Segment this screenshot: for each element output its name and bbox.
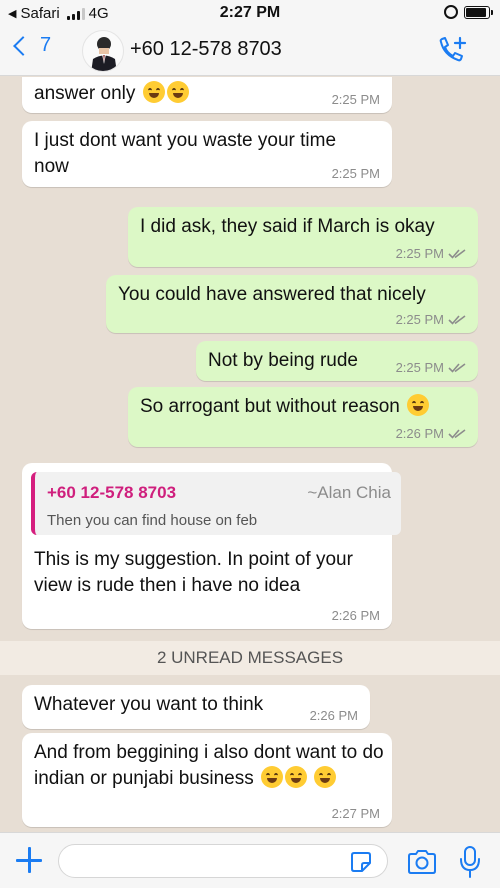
rofl-emoji (314, 766, 337, 788)
quoted-message[interactable]: +60 12-578 8703 ~Alan Chia Then you can … (31, 472, 401, 535)
message-text: I just dont want you waste your time now (34, 130, 337, 177)
message-bubble-in[interactable]: answer only 2:25 PM (22, 77, 392, 113)
add-call-icon[interactable] (436, 36, 468, 66)
message-bubble-in[interactable]: And from beggining i also dont want to d… (22, 733, 392, 827)
profile-photo (91, 37, 117, 71)
rofl-emoji (261, 766, 283, 788)
attach-plus-icon[interactable] (16, 847, 42, 873)
unread-banner: 2 UNREAD MESSAGES (0, 641, 500, 675)
hugging-face-emoji (142, 81, 165, 103)
message-time: 2:27 PM (331, 806, 380, 821)
status-time: 2:27 PM (219, 4, 281, 21)
message-input[interactable] (58, 844, 388, 878)
back-button[interactable]: 7 (10, 34, 51, 57)
camera-icon[interactable] (406, 848, 438, 876)
message-text: You could have answered that nicely (118, 284, 426, 305)
orientation-lock-icon (444, 5, 458, 19)
message-time: 2:25 PM (331, 92, 380, 107)
hugging-face-emoji (166, 81, 189, 103)
contact-name[interactable]: +60 12-578 8703 (130, 38, 282, 61)
message-time: 2:26 PM (395, 426, 444, 441)
grinning-sweat-emoji (407, 394, 430, 416)
input-bar (0, 832, 500, 888)
message-bubble-out[interactable]: I did ask, they said if March is okay 2:… (128, 207, 478, 267)
message-bubble-in[interactable]: Whatever you want to think 2:26 PM (22, 685, 370, 729)
message-list[interactable]: answer only 2:25 PM I just dont want you… (0, 77, 500, 832)
message-text: answer only (34, 83, 136, 104)
message-bubble-in[interactable]: I just dont want you waste your time now… (22, 121, 392, 187)
quoted-author: +60 12-578 8703 (47, 483, 177, 502)
message-time: 2:25 PM (395, 312, 444, 327)
read-receipt-icon (448, 363, 466, 373)
message-bubble-in-reply[interactable]: +60 12-578 8703 ~Alan Chia Then you can … (22, 463, 401, 629)
message-time: 2:26 PM (309, 708, 358, 723)
message-time: 2:25 PM (395, 360, 444, 375)
chevron-left-icon (13, 35, 33, 56)
read-receipt-icon (448, 429, 466, 439)
message-text: I did ask, they said if March is okay (140, 216, 435, 237)
message-text: So arrogant but without reason (140, 396, 400, 417)
microphone-icon[interactable] (458, 845, 482, 879)
chat-header: 7 +60 12-578 8703 (0, 26, 500, 76)
read-receipt-icon (448, 315, 466, 325)
message-time: 2:25 PM (395, 246, 444, 261)
message-time: 2:25 PM (331, 166, 380, 181)
quoted-text: Then you can find house on feb (47, 512, 258, 529)
back-count: 7 (40, 34, 52, 56)
message-time: 2:26 PM (331, 608, 380, 623)
message-text: This is my suggestion. In point of your … (34, 549, 353, 596)
battery-icon (464, 5, 493, 19)
read-receipt-icon (448, 249, 466, 259)
message-text-row: And from beggining i also dont want to d… (34, 740, 384, 792)
sticker-icon[interactable] (350, 851, 372, 873)
quoted-alias: ~Alan Chia (307, 483, 391, 502)
rofl-emoji (285, 766, 307, 788)
avatar[interactable] (82, 30, 124, 72)
message-bubble-out[interactable]: So arrogant but without reason 2:26 PM (128, 387, 478, 447)
status-bar: ◀ Safari 4G 2:27 PM (0, 0, 500, 26)
message-bubble-out[interactable]: You could have answered that nicely 2:25… (106, 275, 478, 333)
message-bubble-out[interactable]: Not by being rude 2:25 PM (196, 341, 478, 381)
status-right (444, 5, 493, 19)
message-text-row: answer only (34, 81, 189, 107)
message-text-row: So arrogant but without reason (140, 394, 466, 420)
